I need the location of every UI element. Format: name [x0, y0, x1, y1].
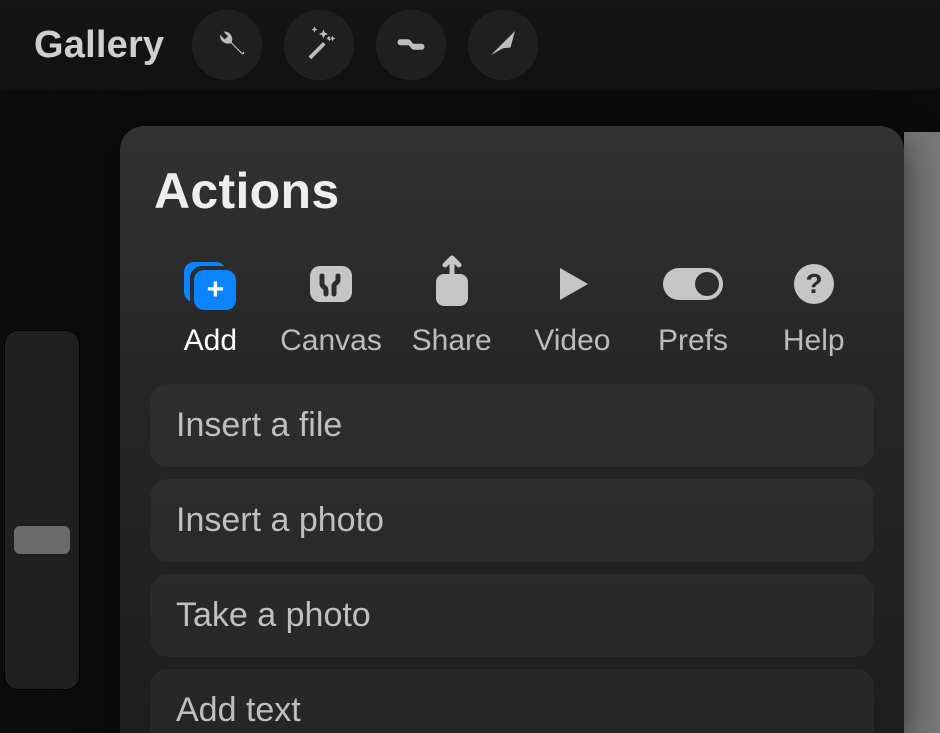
tab-add-label: Add [184, 324, 237, 358]
add-icon: + [184, 262, 236, 310]
cursor-icon [485, 25, 521, 66]
tab-help-label: Help [783, 324, 845, 358]
actions-title: Actions [154, 162, 874, 220]
tab-canvas-label: Canvas [280, 324, 382, 358]
slider-thumb[interactable] [14, 526, 70, 554]
tab-canvas[interactable]: Canvas [271, 258, 392, 358]
selection-icon [393, 25, 429, 66]
tab-add[interactable]: + Add [150, 258, 271, 358]
tab-video[interactable]: Video [512, 258, 633, 358]
actions-tool-button[interactable] [192, 10, 262, 80]
wrench-icon [209, 25, 245, 66]
tab-help[interactable]: ? Help [753, 258, 874, 358]
share-icon [428, 254, 476, 319]
move-tool-button[interactable] [468, 10, 538, 80]
option-add-text[interactable]: Add text [150, 669, 874, 733]
toggle-icon [661, 264, 725, 309]
tab-share[interactable]: Share [391, 258, 512, 358]
add-options-list: Insert a file Insert a photo Take a phot… [150, 384, 874, 733]
brush-size-slider[interactable] [4, 330, 80, 690]
workspace: Gallery Actions [0, 0, 940, 733]
play-icon [548, 260, 596, 313]
tab-video-label: Video [534, 324, 610, 358]
selection-tool-button[interactable] [376, 10, 446, 80]
adjustments-tool-button[interactable] [284, 10, 354, 80]
tab-prefs[interactable]: Prefs [633, 258, 754, 358]
svg-text:?: ? [805, 268, 822, 299]
option-insert-photo[interactable]: Insert a photo [150, 479, 874, 562]
canvas-icon [304, 260, 358, 313]
actions-tabs: + Add Canvas Share [150, 238, 874, 368]
tab-prefs-label: Prefs [658, 324, 728, 358]
tab-share-label: Share [412, 324, 492, 358]
topbar: Gallery [0, 0, 940, 90]
help-icon: ? [790, 260, 838, 313]
option-insert-file[interactable]: Insert a file [150, 384, 874, 467]
magic-wand-icon [301, 25, 337, 66]
option-take-photo[interactable]: Take a photo [150, 574, 874, 657]
gallery-button[interactable]: Gallery [34, 24, 164, 67]
actions-panel: Actions + Add Canvas [120, 126, 904, 733]
